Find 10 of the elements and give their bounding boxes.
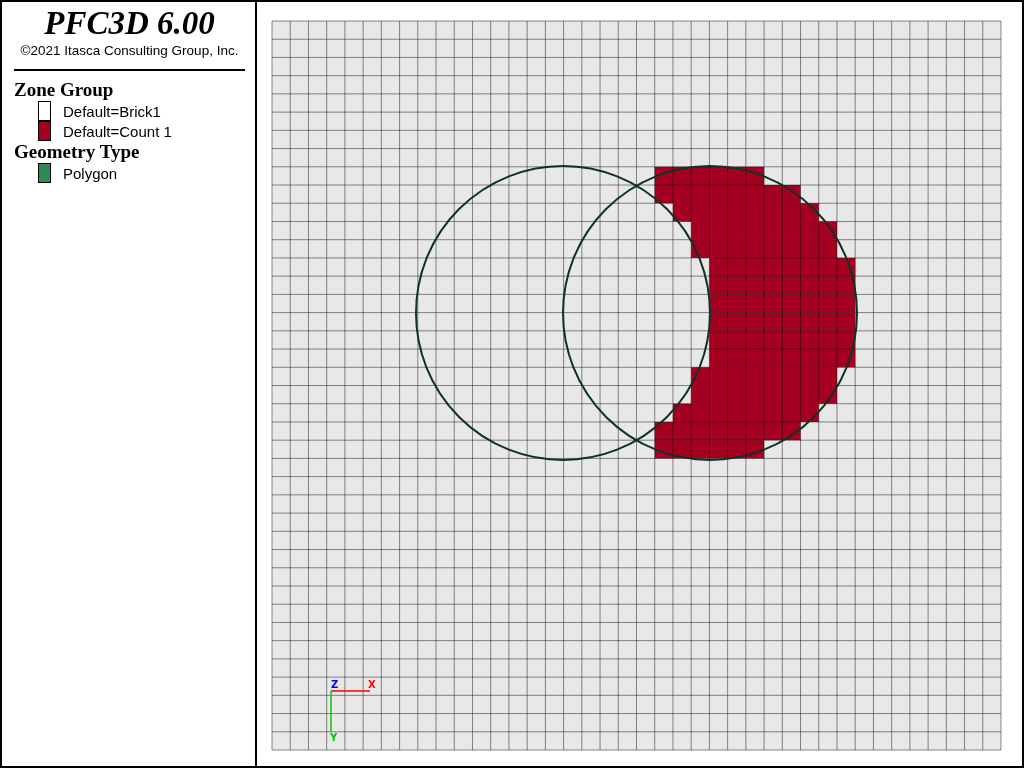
copyright-text: ©2021 Itasca Consulting Group, Inc. xyxy=(19,42,240,60)
axis-label: Y xyxy=(330,732,338,743)
legend-label: Default=Count 1 xyxy=(63,122,172,140)
legend-heading: Geometry Type xyxy=(14,141,141,163)
legend-label: Default=Brick1 xyxy=(63,102,161,120)
axis-label: Z xyxy=(331,679,339,690)
axis-label: X xyxy=(368,679,376,690)
legend-label: Polygon xyxy=(63,164,118,182)
legend-heading: Zone Group xyxy=(14,79,115,101)
program-title: PFC3D 6.00 xyxy=(43,4,216,42)
